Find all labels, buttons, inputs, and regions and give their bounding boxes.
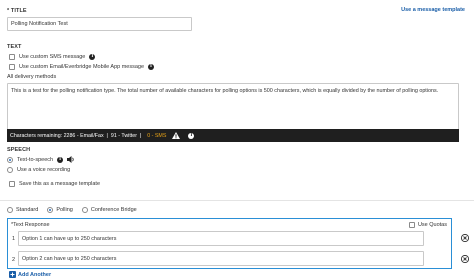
tts-label: Text-to-speech	[17, 156, 54, 163]
character-counter-bar: Characters remaining: 2286 - Email/Fax |…	[7, 129, 459, 142]
use-quotas-checkbox[interactable]	[408, 222, 415, 228]
conference-bridge-label: Conference Bridge	[90, 207, 137, 213]
text-label: TEXT	[7, 44, 22, 50]
save-template-row: Save this as a message template	[9, 181, 100, 187]
use-quotas-row: Use Quotas	[408, 222, 447, 228]
use-message-template-link[interactable]: Use a message template	[401, 7, 465, 13]
response-option-input-2[interactable]: Option 2 can have up to 250 characters	[18, 251, 424, 266]
message-body-text: This is a test for the polling notificat…	[11, 88, 439, 94]
speech-label: SPEECH	[7, 147, 31, 153]
title-input[interactable]: Polling Notification Test	[7, 17, 192, 31]
custom-app-row: Use custom Email/Everbridge Mobile App m…	[9, 64, 155, 70]
custom-app-label: Use custom Email/Everbridge Mobile App m…	[19, 64, 145, 70]
tts-row: Text-to-speech i	[7, 156, 75, 163]
required-marker: *	[7, 8, 10, 14]
polling-radio[interactable]	[47, 207, 54, 213]
remove-option-icon[interactable]	[461, 234, 469, 242]
response-option-value: Option 2 can have up to 250 characters	[22, 256, 117, 262]
title-input-value: Polling Notification Test	[11, 21, 68, 27]
option-number: 1	[12, 236, 16, 242]
polling-label: Polling	[56, 207, 73, 213]
standard-label: Standard	[16, 207, 39, 213]
voice-recording-row: Use a voice recording	[7, 167, 70, 173]
response-option-input-1[interactable]: Option 1 can have up to 250 characters	[18, 231, 424, 246]
text-response-panel: *Text Response Use Quotas 1 Option 1 can…	[7, 218, 452, 269]
divider	[0, 200, 474, 201]
custom-sms-checkbox[interactable]	[9, 54, 15, 60]
custom-sms-label: Use custom SMS message	[19, 54, 86, 60]
title-label: * TITLE	[7, 8, 27, 14]
message-body-textarea[interactable]: This is a test for the polling notificat…	[7, 83, 459, 130]
standard-radio[interactable]	[7, 207, 13, 213]
sms-counter: 0 - SMS	[147, 132, 167, 139]
save-template-checkbox[interactable]	[9, 181, 15, 187]
all-delivery-methods-label: All delivery methods	[7, 74, 57, 80]
custom-app-checkbox[interactable]	[9, 64, 15, 70]
tts-radio[interactable]	[7, 156, 13, 163]
info-icon[interactable]: i	[188, 132, 195, 139]
speaker-icon[interactable]	[67, 156, 75, 163]
conference-bridge-radio[interactable]	[81, 207, 88, 213]
option-number: 2	[12, 257, 16, 263]
info-icon[interactable]: i	[57, 156, 64, 163]
voice-recording-radio[interactable]	[7, 167, 13, 173]
voice-recording-label: Use a voice recording	[17, 167, 71, 173]
info-icon[interactable]: i	[89, 54, 96, 60]
add-another-button[interactable]: Add Another	[9, 271, 51, 278]
remove-option-icon[interactable]	[461, 255, 469, 263]
add-another-label: Add Another	[18, 271, 52, 278]
plus-icon	[9, 271, 16, 278]
warning-icon	[172, 132, 181, 139]
use-quotas-label: Use Quotas	[417, 222, 447, 228]
info-icon[interactable]: i	[148, 64, 155, 70]
custom-sms-row: Use custom SMS message i	[9, 54, 96, 60]
save-template-label: Save this as a message template	[19, 181, 101, 187]
response-option-value: Option 1 can have up to 250 characters	[22, 236, 117, 242]
text-response-label: *Text Response	[11, 222, 50, 228]
counter-text: Characters remaining: 2286 - Email/Fax |…	[10, 132, 145, 139]
message-type-group: Standard Polling Conference Bridge	[7, 207, 137, 213]
